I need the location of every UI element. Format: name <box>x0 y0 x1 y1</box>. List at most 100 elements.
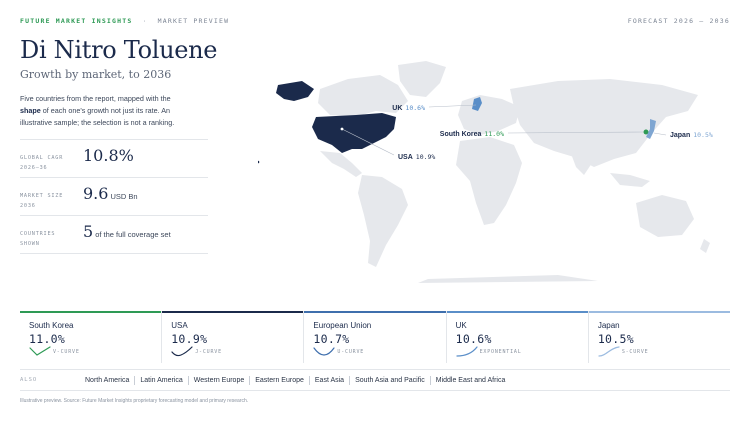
description-text-after: of each one's growth not just its rate. … <box>20 105 175 127</box>
uk-label: UK 10.6% <box>392 104 425 112</box>
new-zealand-landmass <box>700 239 710 253</box>
stat-unit: USD Bn <box>110 192 138 201</box>
card-south-korea[interactable]: South Korea 11.0% V-CURVE <box>20 311 162 363</box>
divider <box>134 375 136 385</box>
v-curve-icon <box>29 346 51 356</box>
land-masses <box>318 61 710 283</box>
region-link-south-asia-pacific[interactable]: South Asia and Pacific <box>355 377 425 384</box>
south-korea-label: South Korea 11.0% <box>440 130 504 138</box>
card-growth-value: 10.6% <box>455 332 492 346</box>
card-accent-bar <box>588 311 731 313</box>
top-bar: FUTURE MARKET INSIGHTS · MARKET PREVIEW … <box>20 15 730 27</box>
australia-landmass <box>636 195 694 237</box>
card-european-union[interactable]: European Union 10.7% U-CURVE <box>303 311 446 363</box>
japan-label-value: 10.5% <box>693 131 713 139</box>
stat-countries-shown: COUNTRIES SHOWN 5 of the full coverage se… <box>20 215 208 253</box>
card-usa[interactable]: USA 10.9% J-CURVE <box>161 311 304 363</box>
south-korea-label-name: South Korea <box>440 131 482 138</box>
divider <box>429 375 431 385</box>
header-separator: · <box>142 17 148 25</box>
page-title: Di Nitro Toluene <box>20 36 218 64</box>
stat-label: COUNTRIES SHOWN <box>20 231 56 247</box>
uk-label-name: UK <box>392 105 402 112</box>
card-accent-bar <box>162 311 304 313</box>
divider <box>308 375 310 385</box>
africa-landmass <box>456 137 522 225</box>
japan-label-name: Japan <box>670 132 690 139</box>
japan-label: Japan 10.5% <box>670 131 713 139</box>
card-japan[interactable]: Japan 10.5% S-CURVE <box>587 311 731 363</box>
card-growth-value: 10.9% <box>171 332 208 346</box>
region-link-eastern-europe[interactable]: Eastern Europe <box>255 377 304 384</box>
stat-value: 10.8% <box>83 146 134 165</box>
divider <box>187 375 189 385</box>
region-link-latin-america[interactable]: Latin America <box>140 377 182 384</box>
card-growth-value: 11.0% <box>29 332 66 346</box>
stat-label: GLOBAL CAGR 2026–36 <box>20 155 64 171</box>
card-accent-bar <box>446 311 588 313</box>
japan-connector <box>653 132 667 136</box>
region-link-western-europe[interactable]: Western Europe <box>194 377 244 384</box>
j-curve-icon <box>171 346 193 357</box>
card-curve-type: U-CURVE <box>337 349 365 355</box>
antarctica-landmass <box>418 275 598 283</box>
uk-label-value: 10.6% <box>405 104 425 112</box>
usa-label: USA 10.9% <box>398 153 435 161</box>
stat-market-size: MARKET SIZE 2036 9.6 USD Bn <box>20 177 208 215</box>
u-curve-icon <box>313 347 336 356</box>
card-country-name: European Union <box>313 321 372 330</box>
asia-landmass <box>510 79 698 167</box>
stat-value: 5 of the full coverage set <box>83 222 171 241</box>
stat-unit: of the full coverage set <box>95 230 171 239</box>
region-link-middle-east-africa[interactable]: Middle East and Africa <box>436 377 506 384</box>
description-emphasis: shape <box>20 105 41 115</box>
card-growth-value: 10.7% <box>313 332 350 346</box>
page-subtitle: Growth by market, to 2036 <box>20 68 172 81</box>
world-map: UK 10.6% South Korea 11.0% Japan 10.5% USA 1… <box>258 61 713 283</box>
stat-number: 9.6 <box>83 184 109 203</box>
divider <box>349 375 351 385</box>
description-text-before: Five countries from the report, mapped w… <box>20 94 171 103</box>
exponential-curve-icon <box>456 346 478 357</box>
card-curve-type: V-CURVE <box>53 349 80 355</box>
usa-label-value: 10.9% <box>416 153 436 161</box>
card-accent-bar <box>20 311 162 313</box>
south-korea-label-value: 11.0% <box>484 130 504 138</box>
also-regions-row: ALSO North America Latin America Western… <box>20 369 730 391</box>
card-curve-type: J-CURVE <box>195 349 222 355</box>
card-uk[interactable]: UK 10.6% EXPONENTIAL <box>445 311 588 363</box>
stat-number: 5 <box>83 222 94 241</box>
region-link-north-america[interactable]: North America <box>85 377 129 384</box>
stats-divider <box>20 253 208 254</box>
hawaii-dot <box>258 160 260 164</box>
stat-global-cagr: GLOBAL CAGR 2026–36 10.8% <box>20 139 208 177</box>
country-cards: South Korea 11.0% V-CURVE USA 10.9% J-CU… <box>20 311 731 363</box>
alaska-shape[interactable] <box>276 81 314 101</box>
stat-number: 10.8% <box>83 146 134 165</box>
usa-shape[interactable] <box>312 113 396 153</box>
card-growth-value: 10.5% <box>597 332 634 346</box>
indonesia-landmass <box>610 173 650 187</box>
card-country-name: South Korea <box>29 321 74 330</box>
divider <box>249 375 251 385</box>
card-country-name: USA <box>171 321 188 330</box>
europe-landmass <box>458 95 520 135</box>
section-label: MARKET PREVIEW <box>157 17 230 25</box>
usa-label-name: USA <box>398 154 413 161</box>
brand-name[interactable]: FUTURE MARKET INSIGHTS <box>20 17 133 25</box>
central-america-landmass <box>320 151 362 177</box>
usa-marker-dot <box>340 127 344 131</box>
forecast-range: FORECAST 2026 – 2036 <box>627 17 730 25</box>
source-footnote: Illustrative preview. Source: Future Mar… <box>20 398 249 404</box>
s-curve-icon <box>598 346 620 357</box>
stat-value: 9.6 USD Bn <box>83 184 138 203</box>
card-country-name: UK <box>455 321 467 330</box>
card-curve-type: EXPONENTIAL <box>479 349 522 355</box>
also-label: ALSO <box>20 377 38 383</box>
south-america-landmass <box>358 175 408 267</box>
region-link-east-asia[interactable]: East Asia <box>315 377 344 384</box>
greenland-landmass <box>398 61 446 97</box>
card-country-name: Japan <box>597 321 620 330</box>
card-accent-bar <box>304 311 446 313</box>
description: Five countries from the report, mapped w… <box>20 93 185 128</box>
